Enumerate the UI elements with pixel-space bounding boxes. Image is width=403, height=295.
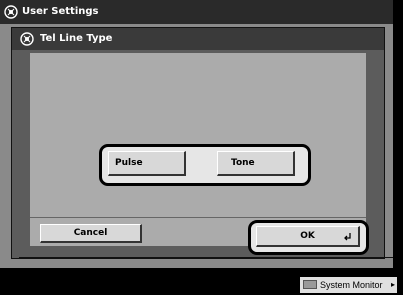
ok-button[interactable]: OK: [256, 226, 360, 247]
divider: [19, 257, 393, 258]
settings-icon: [20, 32, 34, 46]
cancel-button[interactable]: Cancel: [40, 224, 142, 243]
tone-button[interactable]: Tone: [217, 151, 295, 176]
ok-button-frame: OK: [248, 220, 369, 255]
arrow-right-icon: ▸: [390, 280, 395, 289]
dialog-title-bar: Tel Line Type: [12, 28, 384, 50]
dialog-title: Tel Line Type: [40, 33, 113, 44]
screen: User Settings Tel Line Type Pulse Tone C…: [0, 0, 393, 268]
ok-label: OK: [300, 231, 315, 241]
line-type-selector: Pulse Tone: [99, 144, 311, 186]
settings-icon: [4, 5, 18, 19]
monitor-icon: [303, 280, 317, 289]
divider: [30, 217, 366, 218]
page-title: User Settings: [22, 6, 99, 17]
tel-line-type-dialog: Tel Line Type Pulse Tone Cancel OK: [11, 27, 393, 259]
system-monitor-button[interactable]: System Monitor ▸: [300, 277, 397, 293]
system-monitor-label: System Monitor: [320, 280, 383, 290]
pulse-button[interactable]: Pulse: [108, 151, 186, 176]
title-bar: User Settings: [0, 0, 393, 24]
enter-icon: [344, 233, 351, 241]
options-panel: Pulse Tone Cancel OK: [19, 53, 393, 258]
